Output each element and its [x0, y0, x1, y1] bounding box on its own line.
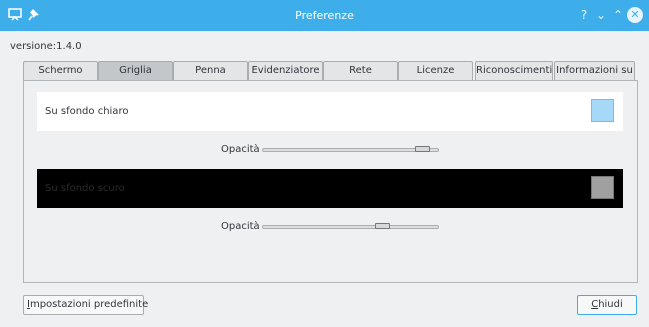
maximize-icon[interactable]: ⌃ [610, 7, 626, 23]
close-icon[interactable]: ✕ [627, 7, 643, 23]
light-opacity-label: Opacità [221, 144, 260, 155]
close-label: hiudi [598, 299, 623, 310]
version-label: versione:1.4.0 [10, 41, 82, 52]
light-opacity-slider-handle[interactable] [415, 146, 430, 152]
tab-evidenziatore[interactable]: Evidenziatore [248, 61, 323, 80]
window-title: Preferenze [295, 9, 354, 22]
dark-grid-color-button[interactable] [591, 176, 614, 199]
dark-opacity-slider-handle[interactable] [375, 223, 390, 229]
light-background-strip: Su sfondo chiaro [37, 92, 623, 131]
restore-defaults-label: mpostazioni predefinite [29, 299, 149, 310]
tab-penna[interactable]: Penna [173, 61, 248, 80]
tab-riconoscimenti[interactable]: Riconoscimenti [475, 61, 553, 80]
light-opacity-slider[interactable] [262, 146, 439, 152]
close-button[interactable]: Chiudi [577, 295, 637, 315]
title-bar: Preferenze ? ⌄ ⌃ ✕ [0, 0, 649, 31]
minimize-icon[interactable]: ⌄ [593, 7, 609, 23]
light-grid-color-button[interactable] [591, 99, 614, 122]
tab-licenze[interactable]: Licenze [398, 61, 473, 80]
dark-background-label: Su sfondo scuro [45, 183, 125, 194]
restore-defaults-button[interactable]: Impostazioni predefinite [23, 295, 148, 315]
tab-schermo[interactable]: Schermo [23, 61, 98, 80]
tab-rete[interactable]: Rete [323, 61, 398, 80]
help-icon[interactable]: ? [576, 7, 592, 23]
tab-informazioni-su[interactable]: Informazioni su [554, 61, 635, 80]
dark-background-strip: Su sfondo scuro [37, 169, 623, 208]
dark-opacity-slider[interactable] [262, 223, 439, 229]
tab-griglia[interactable]: Griglia [98, 61, 173, 80]
light-background-label: Su sfondo chiaro [45, 106, 129, 117]
dark-opacity-label: Opacità [221, 221, 260, 232]
